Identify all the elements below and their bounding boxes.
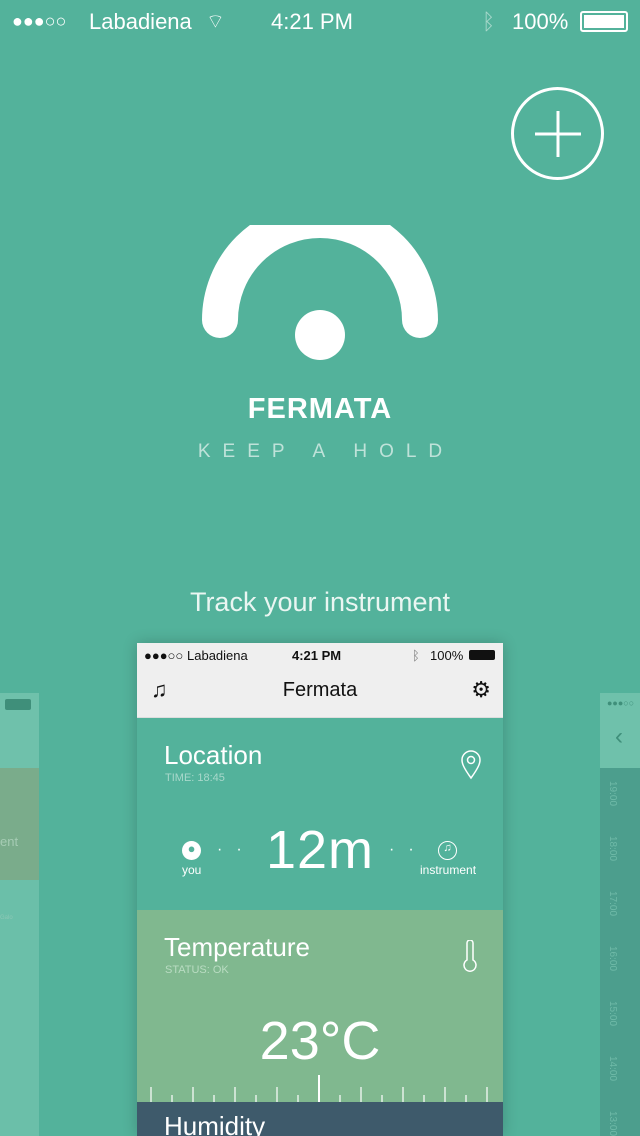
fermata-logo	[202, 225, 438, 360]
gear-icon[interactable]: ⚙	[471, 677, 491, 703]
bluetooth-icon: ᛒ	[412, 648, 420, 663]
time-label: 16:00	[607, 945, 619, 972]
battery-icon	[580, 11, 628, 32]
preview-text: ent	[0, 834, 19, 849]
time-label: 15:00	[607, 1000, 619, 1027]
humidity-card[interactable]: Humidity	[137, 1102, 503, 1136]
location-pin-icon	[461, 750, 481, 780]
battery-percent: 100%	[512, 9, 569, 34]
temperature-card[interactable]: Temperature STATUS: OK 23°C	[137, 910, 503, 1102]
card-title: Location	[164, 740, 263, 770]
phone-title: Fermata	[282, 679, 358, 701]
status-bar: ●●●○○ Labadiena ⌔ 4:21 PM ᛒ 100%	[0, 0, 640, 42]
bluetooth-icon: ᛒ	[482, 9, 496, 34]
signal-strength: ●●●○○	[607, 698, 635, 708]
temperature-value: 23°C	[259, 1011, 381, 1071]
battery-percent: 100%	[430, 648, 464, 663]
instrument-label: instrument	[420, 863, 477, 877]
time: 4:21 PM	[271, 9, 353, 34]
map-label: Galo	[0, 915, 13, 921]
right-preview[interactable]: ●●●○○ ‹ 19:00 18:00 17:00 16:00 15:00 14:00 13…	[600, 693, 640, 1136]
time-label: 13:00	[607, 1110, 619, 1136]
phone-status-bar: ●●●○○ Labadiena 4:21 PM ᛒ 100%	[137, 643, 503, 667]
carrier: Labadiena	[187, 648, 248, 663]
time-label: 18:00	[607, 835, 619, 862]
time: 4:21 PM	[292, 648, 342, 663]
time-label: 19:00	[607, 780, 619, 807]
card-title: Humidity	[164, 1111, 266, 1136]
phone-preview: ●●●○○ Labadiena 4:21 PM ᛒ 100% ♫ Fermata…	[137, 643, 503, 1136]
dots: ··	[389, 841, 428, 858]
thermometer-icon	[463, 940, 477, 972]
time-label: 14:00	[607, 1055, 619, 1082]
add-button[interactable]	[511, 87, 604, 180]
app-name: FERMATA	[247, 393, 393, 425]
left-preview[interactable]: ent Galo	[0, 693, 39, 1136]
card-title: Temperature	[164, 932, 310, 962]
wifi-icon: ⌔	[206, 11, 225, 33]
back-icon: ‹	[615, 723, 623, 750]
carrier: Labadiena	[89, 9, 192, 34]
instrument-icon: ♫	[438, 841, 457, 860]
location-card[interactable]: Location TIME: 18:45 ● you ·· 12m ·· ♫ i…	[137, 718, 503, 910]
temperature-ruler[interactable]	[137, 1075, 503, 1102]
signal-strength: ●●●○○	[12, 11, 67, 31]
tagline: KEEP A HOLD	[197, 441, 455, 462]
signal-strength: ●●●○○	[144, 648, 184, 663]
headline: Track your instrument	[189, 587, 451, 617]
battery-icon	[5, 699, 31, 710]
card-subtitle: TIME: 18:45	[165, 772, 225, 784]
phone-nav-bar: ♫ Fermata ⚙	[137, 667, 503, 718]
time-label: 17:00	[607, 890, 619, 917]
card-subtitle: STATUS: OK	[165, 964, 229, 976]
battery-icon	[469, 650, 495, 660]
